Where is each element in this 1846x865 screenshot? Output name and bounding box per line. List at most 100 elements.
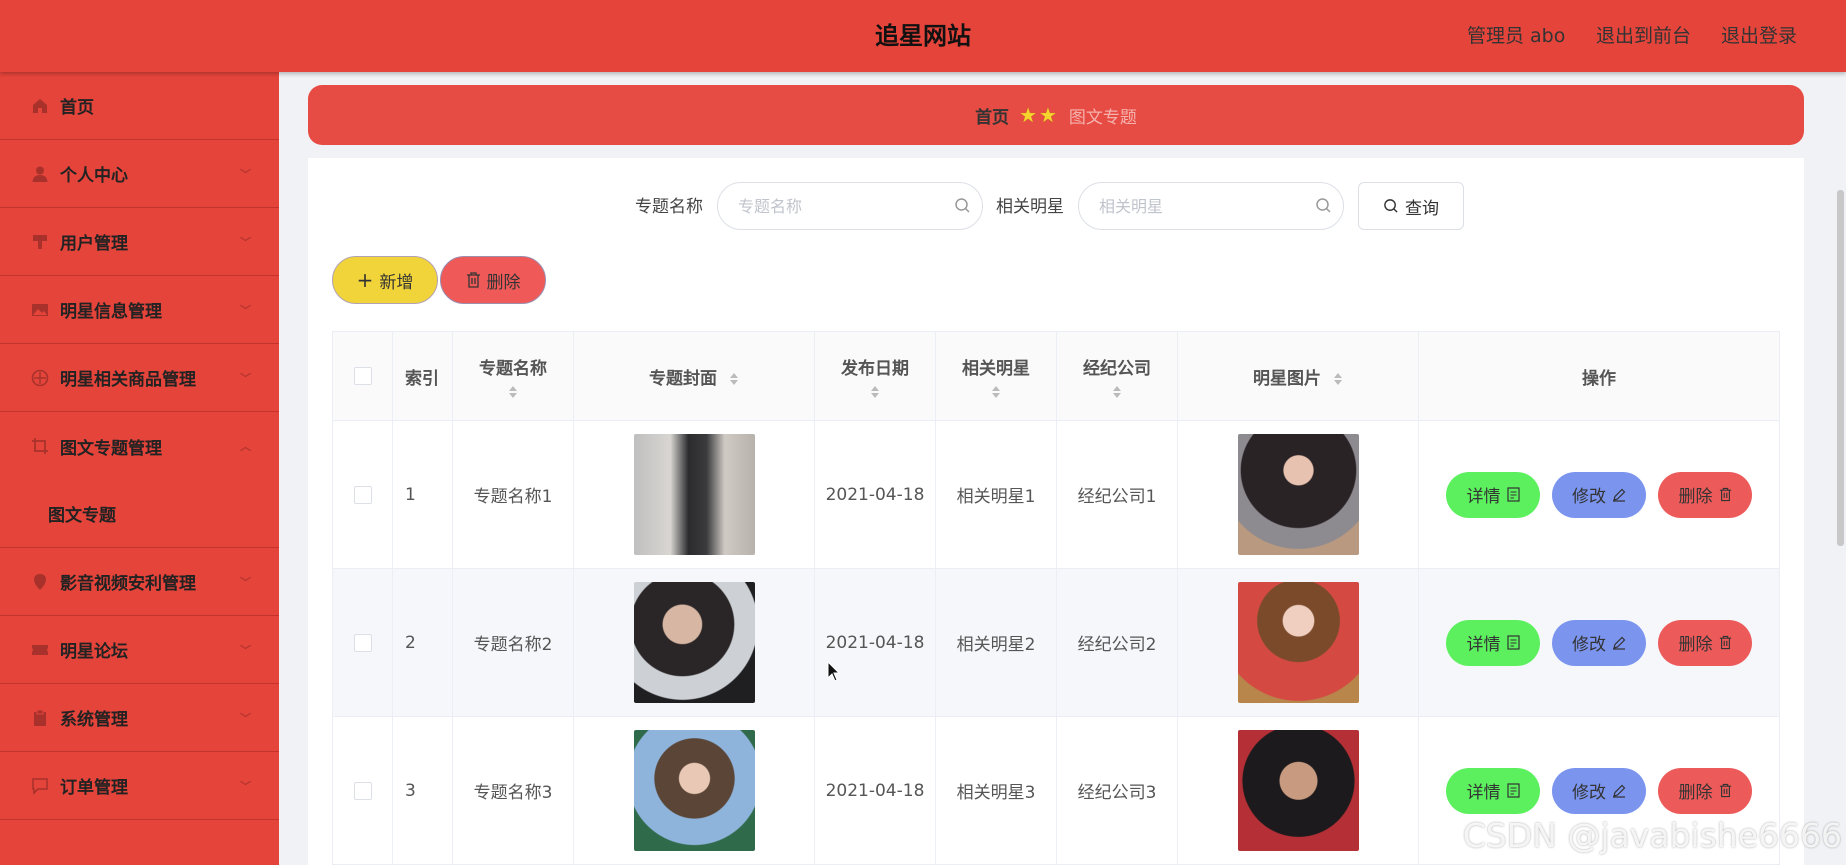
row-index: 1 bbox=[392, 420, 453, 569]
chevron-down-icon: ﹀ bbox=[240, 711, 251, 725]
sort-icon[interactable] bbox=[508, 385, 518, 399]
star-photo-image[interactable] bbox=[1237, 730, 1359, 851]
column-header-label: 专题名称 bbox=[479, 358, 547, 379]
edit-button-label: 修改 bbox=[1572, 635, 1606, 655]
edit-button[interactable]: 修改 bbox=[1552, 619, 1646, 666]
logout-link[interactable]: 退出登录 bbox=[1721, 0, 1797, 72]
row-cover-cell bbox=[573, 568, 815, 717]
row-topic-name: 专题名称2 bbox=[452, 568, 574, 717]
query-button-label: 查询 bbox=[1405, 198, 1439, 219]
detail-button[interactable]: 详情 bbox=[1446, 619, 1540, 666]
sidebar-item-label: 用户管理 bbox=[60, 234, 128, 254]
sort-icon[interactable] bbox=[870, 385, 880, 399]
chevron-down-icon: ﹀ bbox=[240, 575, 251, 589]
topic-name-input[interactable] bbox=[717, 182, 983, 230]
sidebar-item-video-management[interactable]: 影音视频安利管理 ﹀ bbox=[0, 548, 279, 616]
topic-table: 索引 专题名称 专题封面 发布日期 相关明星 经纪公司 明星图片 操作 1 专题… bbox=[332, 331, 1780, 865]
column-header-label: 专题封面 bbox=[649, 368, 718, 389]
sort-icon[interactable] bbox=[991, 385, 1001, 399]
add-button[interactable]: + 新增 bbox=[332, 256, 438, 304]
sidebar-item-label: 订单管理 bbox=[60, 778, 128, 798]
edit-button-label: 修改 bbox=[1572, 487, 1606, 507]
sort-icon[interactable] bbox=[1112, 385, 1122, 399]
row-topic-name: 专题名称3 bbox=[452, 716, 574, 865]
detail-button[interactable]: 详情 bbox=[1446, 767, 1540, 814]
edit-button[interactable]: 修改 bbox=[1552, 767, 1646, 814]
edit-button[interactable]: 修改 bbox=[1552, 471, 1646, 518]
star-photo-image[interactable] bbox=[1237, 434, 1359, 555]
sidebar-item-label: 影音视频安利管理 bbox=[60, 574, 196, 594]
column-header-topic-name[interactable]: 专题名称 bbox=[452, 331, 574, 421]
delete-button[interactable]: 删除 bbox=[1658, 471, 1752, 518]
row-cover-cell bbox=[573, 420, 815, 569]
pencil-icon bbox=[1613, 488, 1626, 502]
trash-icon bbox=[466, 272, 481, 288]
batch-delete-button[interactable]: 删除 bbox=[440, 256, 546, 304]
sidebar-item-star-products[interactable]: 明星相关商品管理 ﹀ bbox=[0, 344, 279, 412]
sidebar-item-topic-management[interactable]: 图文专题管理 ︿ bbox=[0, 412, 279, 480]
topic-cover-image[interactable] bbox=[633, 582, 755, 703]
admin-user-label[interactable]: 管理员 abo bbox=[1467, 0, 1565, 72]
edit-button-label: 修改 bbox=[1572, 783, 1606, 803]
sidebar-item-label: 明星相关商品管理 bbox=[60, 370, 196, 390]
detail-button[interactable]: 详情 bbox=[1446, 471, 1540, 518]
detail-button-label: 详情 bbox=[1466, 783, 1501, 803]
sidebar-item-home[interactable]: 首页 bbox=[0, 72, 279, 140]
document-icon bbox=[1506, 635, 1520, 650]
detail-button-label: 详情 bbox=[1466, 487, 1501, 507]
column-header-star-photo[interactable]: 明星图片 bbox=[1177, 331, 1419, 421]
row-actions-cell: 详情 修改 删除 bbox=[1418, 568, 1780, 717]
column-header-date[interactable]: 发布日期 bbox=[814, 331, 936, 421]
delete-button[interactable]: 删除 bbox=[1658, 767, 1752, 814]
breadcrumb-current: 图文专题 bbox=[1068, 107, 1137, 128]
compass-icon bbox=[30, 368, 50, 388]
sidebar-item-label: 明星信息管理 bbox=[60, 302, 162, 322]
sidebar-item-star-info[interactable]: 明星信息管理 ﹀ bbox=[0, 276, 279, 344]
breadcrumb-home[interactable]: 首页 bbox=[975, 103, 1009, 128]
query-button[interactable]: 查询 bbox=[1358, 182, 1464, 230]
plus-icon: + bbox=[356, 268, 374, 292]
sort-icon[interactable] bbox=[1333, 372, 1343, 386]
pencil-icon bbox=[1613, 636, 1626, 650]
chevron-down-icon: ﹀ bbox=[240, 167, 251, 181]
page-scrollbar[interactable] bbox=[1837, 190, 1844, 546]
sort-icon[interactable] bbox=[729, 372, 739, 386]
select-all-checkbox[interactable] bbox=[353, 367, 372, 385]
star-photo-image[interactable] bbox=[1237, 582, 1359, 703]
row-checkbox[interactable] bbox=[353, 633, 372, 652]
exit-to-front-link[interactable]: 退出到前台 bbox=[1596, 0, 1691, 72]
column-header-company[interactable]: 经纪公司 bbox=[1056, 331, 1178, 421]
row-date: 2021-04-18 bbox=[814, 420, 936, 569]
row-checkbox[interactable] bbox=[353, 781, 372, 800]
row-date: 2021-04-18 bbox=[814, 568, 936, 717]
table-row: 2 专题名称2 2021-04-18 相关明星2 经纪公司2 详情 修改 删除 bbox=[332, 568, 1780, 717]
sidebar-item-label: 个人中心 bbox=[60, 166, 128, 186]
delete-button[interactable]: 删除 bbox=[1658, 619, 1752, 666]
row-star: 相关明星3 bbox=[935, 716, 1057, 865]
chevron-down-icon: ﹀ bbox=[240, 643, 251, 657]
row-checkbox[interactable] bbox=[353, 485, 372, 504]
related-star-input[interactable] bbox=[1078, 182, 1344, 230]
row-date: 2021-04-18 bbox=[814, 716, 936, 865]
ticket-icon bbox=[30, 640, 50, 660]
topic-cover-image[interactable] bbox=[633, 434, 755, 555]
sidebar-subitem-topic[interactable]: 图文专题 bbox=[0, 480, 279, 548]
topic-cover-image[interactable] bbox=[633, 730, 755, 851]
row-photo-cell bbox=[1177, 716, 1419, 865]
sidebar-item-user-management[interactable]: 用户管理 ﹀ bbox=[0, 208, 279, 276]
column-header-star[interactable]: 相关明星 bbox=[935, 331, 1057, 421]
document-icon bbox=[1506, 783, 1520, 798]
sidebar-item-personal-center[interactable]: 个人中心 ﹀ bbox=[0, 140, 279, 208]
delete-button-label: 删除 bbox=[1678, 487, 1713, 507]
sidebar: 首页 个人中心 ﹀ 用户管理 ﹀ 明星信息管理 ﹀ 明星相关商品管理 ﹀ 图文专… bbox=[0, 72, 279, 865]
column-header-label: 经纪公司 bbox=[1083, 358, 1151, 379]
sidebar-item-system-management[interactable]: 系统管理 ﹀ bbox=[0, 684, 279, 752]
delete-button-label: 删除 bbox=[1678, 783, 1713, 803]
column-header-cover[interactable]: 专题封面 bbox=[573, 331, 815, 421]
chevron-up-icon: ︿ bbox=[240, 440, 251, 453]
delete-button-label: 删除 bbox=[1678, 635, 1713, 655]
sidebar-item-order-management[interactable]: 订单管理 ﹀ bbox=[0, 752, 279, 820]
sidebar-item-star-forum[interactable]: 明星论坛 ﹀ bbox=[0, 616, 279, 684]
row-topic-name: 专题名称1 bbox=[452, 420, 574, 569]
row-company: 经纪公司2 bbox=[1056, 568, 1178, 717]
